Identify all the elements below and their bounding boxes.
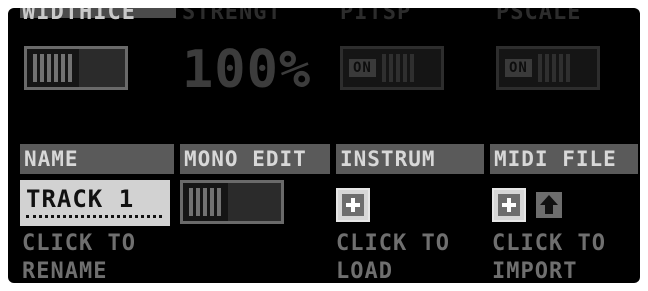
track-name-underline bbox=[26, 215, 162, 218]
import-hint-line2: IMPORT bbox=[492, 259, 578, 283]
strength-value[interactable]: 100% bbox=[182, 44, 311, 96]
track-name-value: TRACK 1 bbox=[26, 185, 135, 213]
import-hint-line1: CLICK TO bbox=[492, 231, 606, 256]
mono-edit-header: MONO EDIT bbox=[180, 144, 330, 174]
load-instrument-button[interactable] bbox=[336, 188, 370, 222]
pitch-toggle[interactable]: ON bbox=[340, 46, 444, 90]
strength-header: STRENGT bbox=[182, 8, 282, 25]
track-settings-panel: WIDTHICE STRENGT PITSP PSCALE 100% ON ON… bbox=[8, 8, 640, 283]
rename-hint-line2: RENAME bbox=[22, 259, 108, 283]
plus-icon bbox=[498, 194, 520, 216]
pitch-header: PITSP bbox=[340, 8, 412, 25]
scale-toggle[interactable]: ON bbox=[496, 46, 600, 90]
scale-toggle-label: ON bbox=[505, 59, 532, 77]
load-hint-line1: CLICK TO bbox=[336, 231, 450, 256]
load-hint-line2: LOAD bbox=[336, 259, 393, 283]
scale-header: PSCALE bbox=[496, 8, 582, 25]
track-name-field[interactable]: TRACK 1 bbox=[20, 180, 170, 226]
pitch-toggle-label: ON bbox=[349, 59, 376, 77]
arrow-up-icon[interactable] bbox=[536, 192, 562, 218]
width-toggle[interactable] bbox=[24, 46, 128, 90]
import-midi-button[interactable] bbox=[492, 188, 526, 222]
plus-icon bbox=[342, 194, 364, 216]
instrument-header: INSTRUM bbox=[336, 144, 484, 174]
rename-hint-line1: CLICK TO bbox=[22, 231, 136, 256]
name-header: NAME bbox=[20, 144, 174, 174]
mono-edit-toggle[interactable] bbox=[180, 180, 284, 224]
width-header: WIDTHICE bbox=[22, 8, 136, 25]
midi-file-header: MIDI FILE bbox=[490, 144, 638, 174]
